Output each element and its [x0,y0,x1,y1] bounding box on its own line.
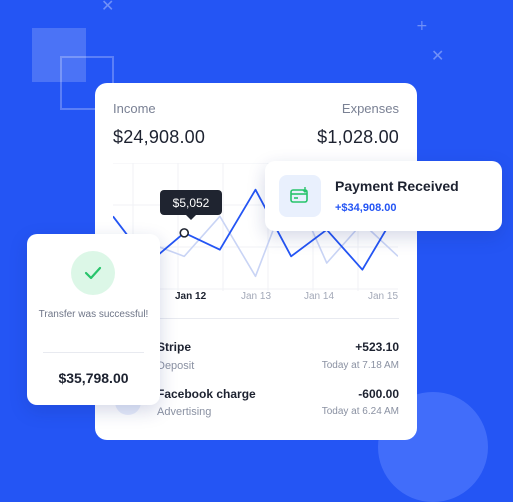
expenses-label: Expenses [341,101,399,116]
transfer-success-card: Transfer was successful! $35,798.00 [27,234,160,405]
payment-received-card[interactable]: Payment Received +$34,908.00 [265,161,502,231]
decorative-x-icon: ✕ [101,0,115,15]
x-tick-label: Jan 13 [241,291,272,302]
transaction-type: Advertising [157,406,212,418]
payment-title: Payment Received [335,178,459,194]
transaction-name[interactable]: Stripe [157,340,191,354]
highlighted-point [179,228,190,238]
transaction-amount: +523.10 [355,340,399,354]
decorative-x-icon: ✕ [431,46,445,65]
transfer-amount: $35,798.00 [58,370,129,386]
transaction-time: Today at 6.24 AM [321,406,399,417]
transaction-type: Deposit [157,360,195,372]
x-tick-label: Jan 15 [368,291,399,302]
card-icon [279,175,321,217]
divider [43,352,144,353]
transaction-name[interactable]: Facebook charge [157,387,256,401]
chart-tooltip: $5,052 [160,190,222,220]
x-tick-label: Jan 12 [175,291,207,302]
divider [151,318,399,319]
transaction-amount: -600.00 [358,387,399,401]
income-value: $24,908.00 [113,127,206,147]
expenses-value: $1,028.00 [317,127,399,147]
payment-amount: +$34,908.00 [335,202,397,214]
checkmark-icon [71,251,115,295]
income-label: Income [113,101,156,116]
transaction-time: Today at 7.18 AM [321,360,399,371]
decorative-plus-icon: + [416,18,428,34]
x-tick-label: Jan 14 [304,291,335,302]
transfer-message: Transfer was successful! [38,309,149,320]
